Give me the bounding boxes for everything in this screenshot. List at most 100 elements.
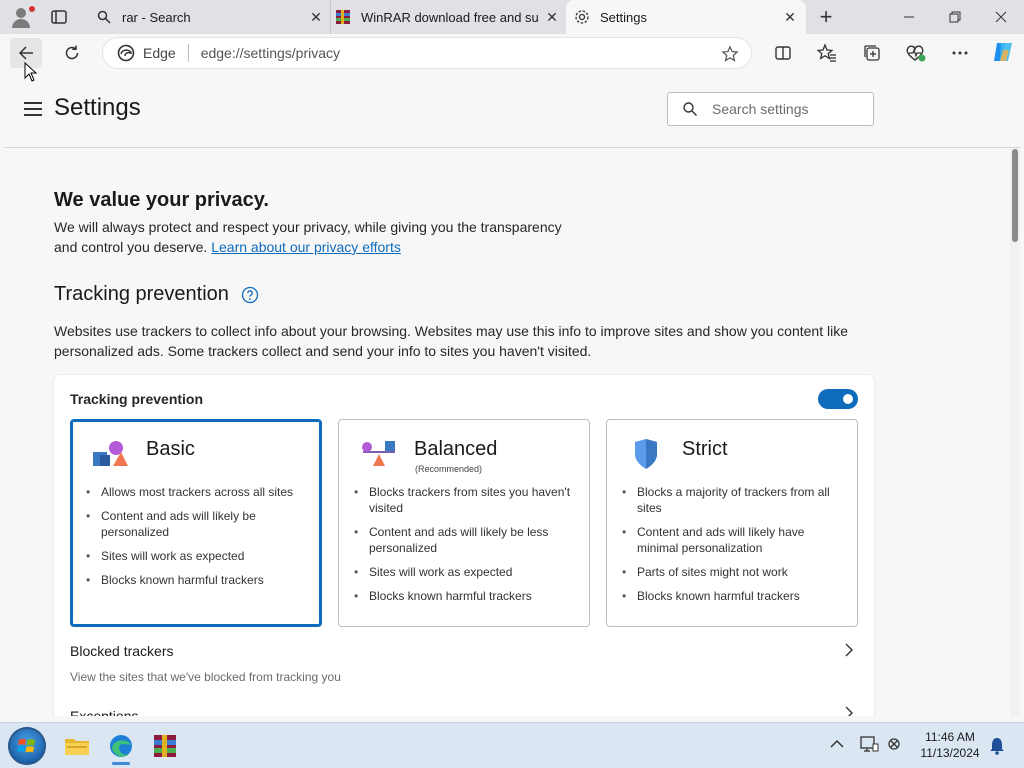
edge-icon [117,44,135,62]
bullet-item: Content and ads will likely be personali… [86,508,311,540]
level-bullets: Allows most trackers across all sites Co… [86,484,311,596]
start-button[interactable] [8,727,46,765]
title-bar: rar - Search ✕ WinRAR download free and … [0,0,1024,34]
vertical-scrollbar[interactable] [1010,149,1020,716]
help-icon[interactable] [241,286,259,304]
tab-title: WinRAR download free and supp [361,9,538,25]
favorite-star-icon[interactable] [721,45,739,63]
tracking-description: Websites use trackers to collect info ab… [54,323,848,359]
bullet-item: Allows most trackers across all sites [86,484,311,500]
clock-time: 11:46 AM [925,730,975,744]
bullet-item: Content and ads will likely be less pers… [354,524,579,556]
close-tab-icon[interactable]: ✕ [544,9,560,25]
bullet-item: Content and ads will likely have minimal… [622,524,847,556]
search-placeholder: Search settings [712,101,809,117]
menu-icon[interactable] [24,102,42,116]
settings-header: Settings Search settings [4,72,1020,148]
refresh-button[interactable] [56,38,88,68]
tab-winrar[interactable]: WinRAR download free and supp ✕ [330,0,564,34]
bullet-item: Blocks a majority of trackers from all s… [622,484,847,516]
favorites-icon[interactable] [816,42,838,64]
url-text[interactable]: edge://settings/privacy [201,45,340,61]
exceptions-title: Exceptions [70,708,139,716]
chevron-right-icon [845,643,853,657]
tracking-prevention-label: Tracking prevention [70,391,204,407]
bullet-item: Blocks known harmful trackers [622,588,847,604]
mouse-cursor-icon [24,62,38,82]
new-tab-button[interactable]: + [812,4,840,30]
browser-essentials-icon[interactable] [905,42,927,64]
tab-search[interactable]: rar - Search ✕ [88,0,328,34]
windows-logo-icon [17,738,35,753]
network-icon[interactable] [886,735,904,753]
search-icon [683,102,697,116]
notification-bell-icon[interactable] [989,737,1005,755]
level-name: Balanced [414,438,498,460]
arrow-left-icon [18,46,33,60]
privacy-efforts-link[interactable]: Learn about our privacy efforts [211,239,401,255]
winrar-icon [336,10,350,24]
tab-settings[interactable]: Settings ✕ [566,0,806,34]
level-bullets: Blocks trackers from sites you haven't v… [354,484,579,612]
tracking-prevention-card: Tracking prevention Basic Allows most tr… [54,375,874,716]
balanced-shapes-icon [362,441,395,466]
settings-content: We value your privacy. We will always pr… [4,149,1010,716]
refresh-icon [65,45,79,60]
level-basic[interactable]: Basic Allows most trackers across all si… [70,419,322,627]
system-clock[interactable]: 11:46 AM 11/13/2024 [912,729,988,761]
privacy-text: We will always protect and respect your … [54,217,574,257]
restore-button[interactable] [932,0,978,34]
action-center-icon[interactable] [860,735,880,753]
close-tab-icon[interactable]: ✕ [782,9,798,25]
tracking-prevention-heading: Tracking prevention [54,283,259,306]
bullet-item: Sites will work as expected [86,548,311,564]
bullet-item: Blocks known harmful trackers [86,572,311,588]
edge-taskbar-button[interactable] [104,729,138,765]
level-name: Basic [146,438,195,460]
search-icon [97,10,111,24]
tab-title: Settings [600,9,647,25]
profile-icon[interactable] [8,5,35,29]
file-explorer-taskbar-button[interactable] [60,729,94,763]
level-strict[interactable]: Strict Blocks a majority of trackers fro… [606,419,858,627]
level-balanced[interactable]: Balanced (Recommended) Blocks trackers f… [338,419,590,627]
shield-icon [635,439,657,469]
close-tab-icon[interactable]: ✕ [308,9,324,25]
level-subtitle: (Recommended) [415,464,483,474]
navigation-bar: Edge edge://settings/privacy [0,34,1024,72]
chevron-up-icon[interactable] [830,739,844,749]
page-title: Settings [54,94,141,121]
copilot-icon[interactable] [990,39,1016,65]
tracking-prevention-toggle[interactable] [818,389,858,409]
level-name: Strict [682,438,728,460]
taskbar: 11:46 AM 11/13/2024 [0,722,1024,768]
blocked-trackers-subtitle: View the sites that we've blocked from t… [70,670,341,684]
chevron-right-icon [845,706,853,716]
edge-browser-icon [110,735,132,757]
basic-shapes-icon [93,441,128,466]
tab-actions-icon[interactable] [50,8,68,26]
winrar-icon [154,735,176,757]
site-identity-label: Edge [143,45,176,61]
more-options-icon[interactable] [949,42,971,64]
minimize-button[interactable] [886,0,932,34]
privacy-heading: We value your privacy. [54,189,269,211]
address-bar[interactable]: Edge edge://settings/privacy [102,37,752,69]
winrar-taskbar-button[interactable] [148,729,182,763]
level-bullets: Blocks a majority of trackers from all s… [622,484,847,612]
bullet-item: Blocks trackers from sites you haven't v… [354,484,579,516]
search-input[interactable]: Search settings [667,92,874,126]
tab-title: rar - Search [122,9,191,25]
clock-date: 11/13/2024 [920,746,980,760]
folder-icon [65,739,89,755]
bullet-item: Parts of sites might not work [622,564,847,580]
gear-icon [575,10,589,24]
bullet-item: Sites will work as expected [354,564,579,580]
collections-icon[interactable] [861,42,883,64]
blocked-trackers-title: Blocked trackers [70,643,174,659]
bullet-item: Blocks known harmful trackers [354,588,579,604]
split-screen-icon[interactable] [772,42,794,64]
close-window-button[interactable] [978,0,1024,34]
section-title: Tracking prevention [54,283,229,305]
scrollbar-thumb[interactable] [1012,149,1018,242]
